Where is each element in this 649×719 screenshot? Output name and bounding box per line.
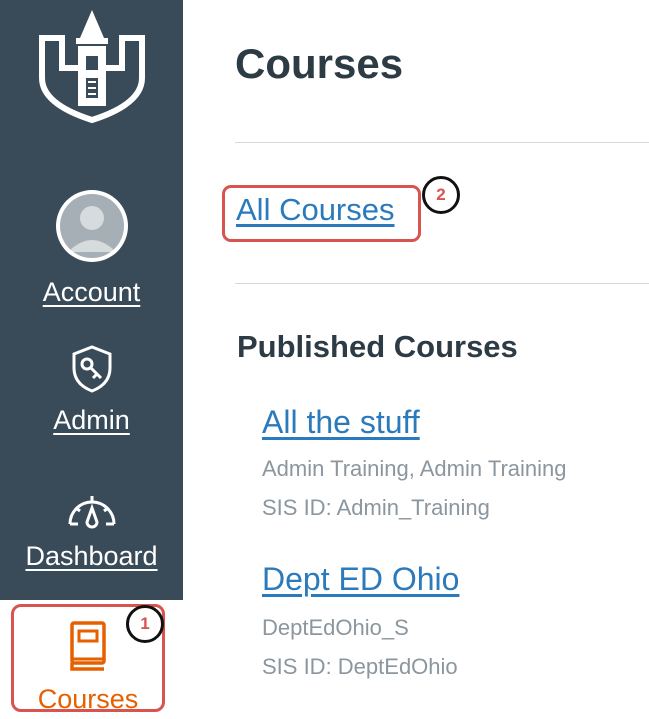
avatar-icon	[55, 190, 128, 262]
nav-item-account[interactable]: Account	[0, 186, 183, 308]
speedometer-icon	[68, 496, 115, 529]
all-courses-link[interactable]: All Courses	[236, 192, 395, 228]
book-icon	[70, 621, 106, 671]
divider	[235, 283, 649, 284]
nav-item-label[interactable]: Dashboard	[0, 541, 183, 572]
page-title: Courses	[235, 40, 404, 87]
shield-key-icon	[72, 345, 111, 393]
annotation-badge: 1	[126, 605, 164, 643]
annotation-badge: 2	[422, 176, 460, 214]
global-navigation: Account Admin Dashboard	[0, 0, 183, 600]
nav-item-admin[interactable]: Admin	[0, 344, 183, 436]
course-term: DeptEdOhio_S	[262, 615, 409, 640]
college-building-logo[interactable]	[36, 8, 148, 131]
course-sis-id: SIS ID: DeptEdOhio	[262, 654, 458, 679]
nav-item-label[interactable]: Courses	[14, 684, 162, 715]
nav-item-label[interactable]: Account	[0, 277, 183, 308]
course-term: Admin Training, Admin Training	[262, 456, 567, 481]
published-courses-heading: Published Courses	[237, 329, 518, 364]
nav-item-dashboard[interactable]: Dashboard	[0, 486, 183, 572]
nav-item-label[interactable]: Admin	[0, 405, 183, 436]
course-link[interactable]: Dept ED Ohio	[262, 561, 459, 598]
course-link[interactable]: All the stuff	[262, 404, 420, 441]
divider	[235, 142, 649, 143]
course-sis-id: SIS ID: Admin_Training	[262, 495, 490, 520]
